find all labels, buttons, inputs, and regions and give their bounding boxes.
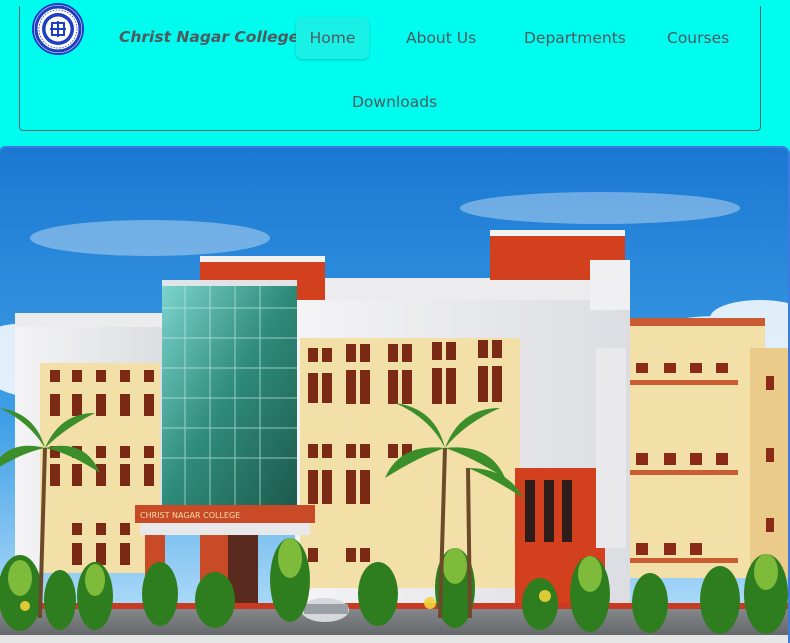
nav-courses[interactable]: Courses bbox=[667, 29, 729, 47]
navbar: Christ Nagar College Home About Us Depar… bbox=[19, 3, 761, 131]
nav-about-us[interactable]: About Us bbox=[406, 29, 476, 47]
page: Christ Nagar College Home About Us Depar… bbox=[0, 0, 790, 643]
nav-downloads[interactable]: Downloads bbox=[352, 93, 437, 111]
nav-departments[interactable]: Departments bbox=[524, 29, 626, 47]
college-building-image: CHRIST NAGAR COLLEGE bbox=[0, 148, 788, 643]
college-logo[interactable] bbox=[32, 3, 84, 55]
brand-name[interactable]: Christ Nagar College bbox=[119, 28, 299, 46]
building-sign-text: CHRIST NAGAR COLLEGE bbox=[140, 511, 240, 520]
nav-home[interactable]: Home bbox=[296, 17, 369, 59]
college-emblem-icon bbox=[34, 5, 82, 53]
hero-banner-image: CHRIST NAGAR COLLEGE bbox=[0, 148, 788, 643]
